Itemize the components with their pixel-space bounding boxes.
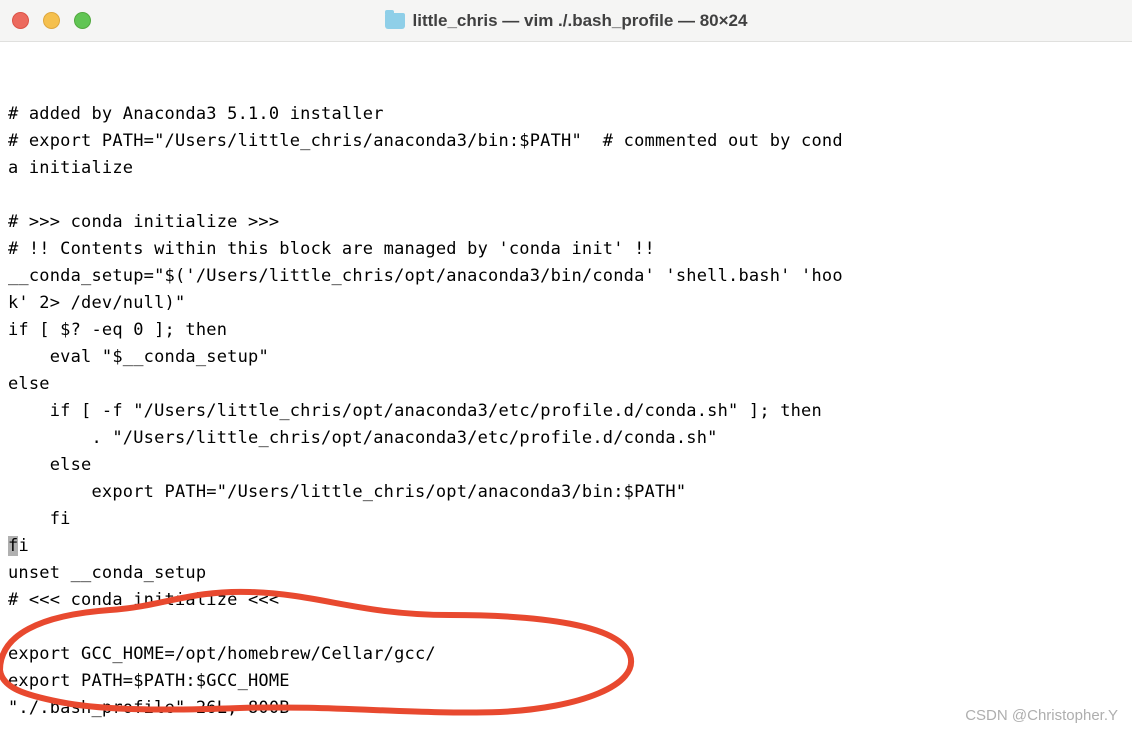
minimize-button[interactable] — [43, 12, 60, 29]
titlebar: little_chris — vim ./.bash_profile — 80×… — [0, 0, 1132, 42]
editor-cursor: f — [8, 536, 18, 556]
window-title: little_chris — vim ./.bash_profile — 80×… — [413, 11, 748, 31]
folder-icon — [385, 13, 405, 29]
watermark: CSDN @Christopher.Y — [965, 707, 1118, 724]
maximize-button[interactable] — [74, 12, 91, 29]
terminal-editor[interactable]: # added by Anaconda3 5.1.0 installer # e… — [0, 42, 1132, 730]
close-button[interactable] — [12, 12, 29, 29]
traffic-lights — [12, 12, 91, 29]
title-area: little_chris — vim ./.bash_profile — 80×… — [0, 11, 1132, 31]
